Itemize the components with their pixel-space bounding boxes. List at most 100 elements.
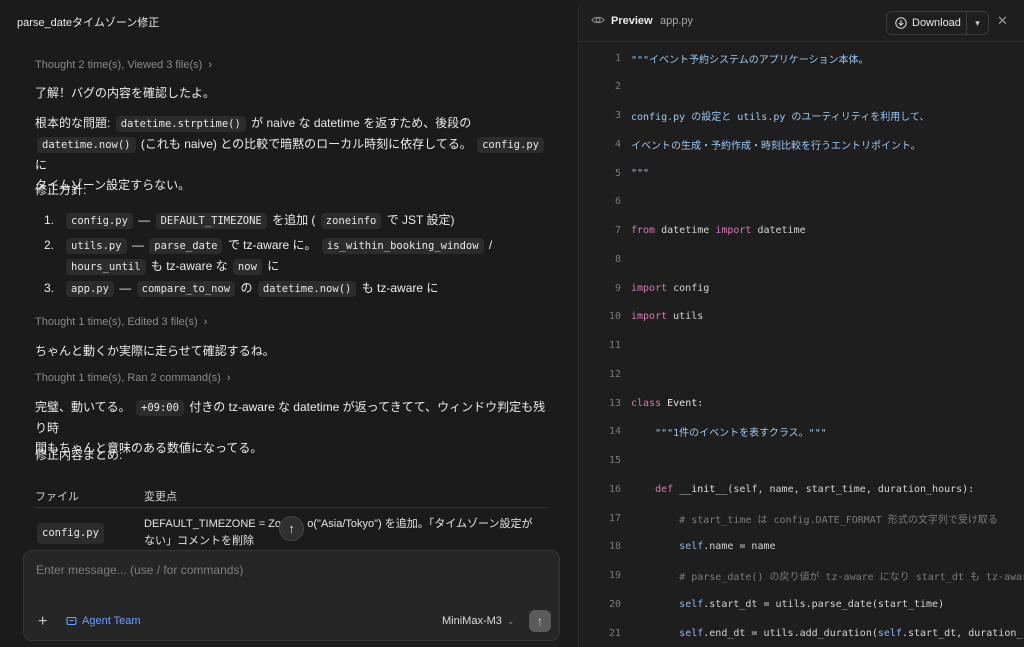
- text: を追加 (: [272, 213, 316, 227]
- list-number: 3.: [44, 281, 55, 295]
- code-line: 3 config.py の設定と utils.py のユーティリティを利用して、: [579, 106, 1024, 126]
- text: が naive な datetime を返すため、後段の: [251, 116, 472, 130]
- conversation-title: parse_dateタイムゾーン修正: [17, 17, 160, 29]
- code-text: """1件のイベントを表すクラス。""": [655, 428, 827, 440]
- line-number: 20: [608, 598, 621, 610]
- thought-label: Thought 1 time(s), Edited 3 file(s): [35, 316, 198, 328]
- text: も tz-aware な: [150, 259, 228, 273]
- code-line: 15: [579, 451, 1024, 471]
- line-number: 12: [608, 368, 621, 380]
- text: o("Asia/Tokyo") を追加。「タイムゾーン設定が: [307, 518, 533, 530]
- message-input[interactable]: Enter message... (use / for commands): [36, 563, 243, 577]
- code-text: """イベント予約システムのアプリケーション本体。: [631, 54, 869, 66]
- text: DEFAULT_TIMEZONE = Zone: [144, 518, 294, 530]
- line-number: 8: [614, 253, 621, 265]
- inline-code: utils.py: [66, 238, 127, 254]
- thought-label: Thought 1 time(s), Ran 2 command(s): [35, 372, 221, 384]
- line-number: 4: [614, 138, 621, 150]
- code-line: 1 """イベント予約システムのアプリケーション本体。: [579, 48, 1024, 68]
- text: に: [35, 158, 48, 172]
- chevron-right-icon: ›: [226, 372, 231, 384]
- thought-summary[interactable]: Thought 1 time(s), Ran 2 command(s) ›: [35, 372, 231, 384]
- code-viewer[interactable]: 1 """イベント予約システムのアプリケーション本体。 2 3 config.py の設…: [579, 43, 1024, 647]
- plus-icon: +: [38, 613, 48, 630]
- line-number: 6: [614, 196, 621, 208]
- message-composer[interactable]: Enter message... (use / for commands) + …: [23, 550, 560, 641]
- text: —: [131, 238, 144, 252]
- code-line: 7 from datetime import datetime: [579, 221, 1024, 241]
- download-options-button[interactable]: ▾: [967, 18, 988, 29]
- inline-code: now: [232, 259, 262, 275]
- line-number: 18: [608, 541, 621, 553]
- code-text: import utils: [631, 311, 704, 323]
- code-line: 6: [579, 192, 1024, 212]
- code-line: 17 # start_time は config.DATE_FORMAT 形式の…: [579, 508, 1024, 528]
- message-paragraph: 修正方針:: [35, 183, 87, 197]
- line-number: 7: [614, 225, 621, 236]
- inline-code: hours_until: [66, 259, 146, 275]
- code-text: self.name = name: [679, 541, 776, 553]
- close-icon: ✕: [997, 13, 1008, 28]
- inline-code: config.py: [66, 213, 133, 229]
- line-number: 11: [608, 340, 621, 351]
- line-number: 10: [608, 311, 621, 323]
- line-number: 13: [608, 397, 621, 409]
- line-number: 17: [608, 512, 621, 524]
- chevron-down-icon: ▾: [975, 17, 980, 28]
- code-line: 21 self.end_dt = utils.add_duration(self…: [579, 623, 1024, 643]
- line-number: 15: [608, 455, 621, 466]
- text: —: [119, 281, 132, 295]
- eye-icon: [591, 16, 605, 24]
- add-attachment-button[interactable]: +: [38, 613, 47, 631]
- inline-code: datetime.now(): [37, 137, 136, 153]
- code-line: 14 """1件のイベントを表すクラス。""": [579, 422, 1024, 442]
- text: 根本的な問題:: [35, 116, 111, 130]
- chevron-right-icon: ›: [203, 316, 208, 328]
- line-number: 19: [608, 570, 621, 581]
- code-text: self.start_dt = utils.parse_date(start_t…: [679, 598, 945, 610]
- line-number: 14: [608, 426, 621, 438]
- inline-code: compare_to_now: [136, 281, 236, 297]
- preview-panel: Preview app.py Download ▾ ✕ 1 """イベント予約シス…: [578, 0, 1024, 647]
- close-preview-button[interactable]: ✕: [997, 13, 1008, 29]
- line-number: 16: [608, 483, 621, 495]
- line-number: 3: [614, 110, 621, 121]
- code-line: 9 import config: [579, 278, 1024, 298]
- download-button[interactable]: Download: [887, 12, 967, 34]
- code-text: """: [631, 167, 650, 179]
- code-text: import config: [631, 282, 710, 294]
- thought-summary[interactable]: Thought 1 time(s), Edited 3 file(s) ›: [35, 316, 207, 328]
- text: で tz-aware に。: [227, 238, 317, 252]
- code-line: 19 # parse_date() の戻り値が tz-aware になり sta…: [579, 566, 1024, 586]
- text: に: [267, 259, 280, 273]
- inline-code: datetime.strptime(): [115, 116, 246, 132]
- chevron-right-icon: ›: [208, 59, 212, 71]
- line-number: 2: [614, 81, 621, 93]
- file-name: app.py: [660, 15, 694, 27]
- list-number: 1.: [44, 213, 55, 227]
- code-text: def __init__(self, name, start_time, dur…: [655, 483, 975, 495]
- send-button[interactable]: ↑: [529, 610, 551, 632]
- code-line: 4 イベントの生成・予約作成・時刻比較を行うエントリポイント。: [579, 134, 1024, 154]
- scroll-to-bottom-button[interactable]: ↑: [279, 516, 304, 541]
- table-header: ファイル 変更点: [35, 486, 548, 508]
- list-item: 1. config.py — DEFAULT_TIMEZONE を追加 ( zo…: [44, 210, 554, 231]
- column-header: ファイル: [35, 491, 79, 503]
- code-text: # parse_date() の戻り値が tz-aware になり start_…: [679, 572, 1024, 583]
- download-label: Download: [912, 17, 961, 29]
- code-line: 10 import utils: [579, 307, 1024, 327]
- thought-summary[interactable]: Thought 2 time(s), Viewed 3 file(s) ›: [35, 59, 212, 71]
- line-number: 9: [614, 282, 621, 294]
- text: 完璧、動いてる。: [35, 400, 131, 414]
- model-selector[interactable]: MiniMax-M3 ⌄: [442, 615, 514, 627]
- list-item: 2. utils.py — parse_date で tz-aware に。 i…: [44, 235, 554, 277]
- agent-team-button[interactable]: Agent Team: [66, 615, 141, 627]
- message-paragraph: 了解！バグの内容を確認したよ。: [35, 86, 216, 100]
- code-line: 5 """: [579, 163, 1024, 183]
- inline-code: parse_date: [149, 238, 223, 254]
- agent-team-icon: [66, 616, 77, 625]
- code-line: 13 class Event:: [579, 393, 1024, 413]
- inline-code: config.py: [477, 137, 544, 153]
- preview-label: Preview: [611, 15, 653, 27]
- text: の: [240, 281, 253, 295]
